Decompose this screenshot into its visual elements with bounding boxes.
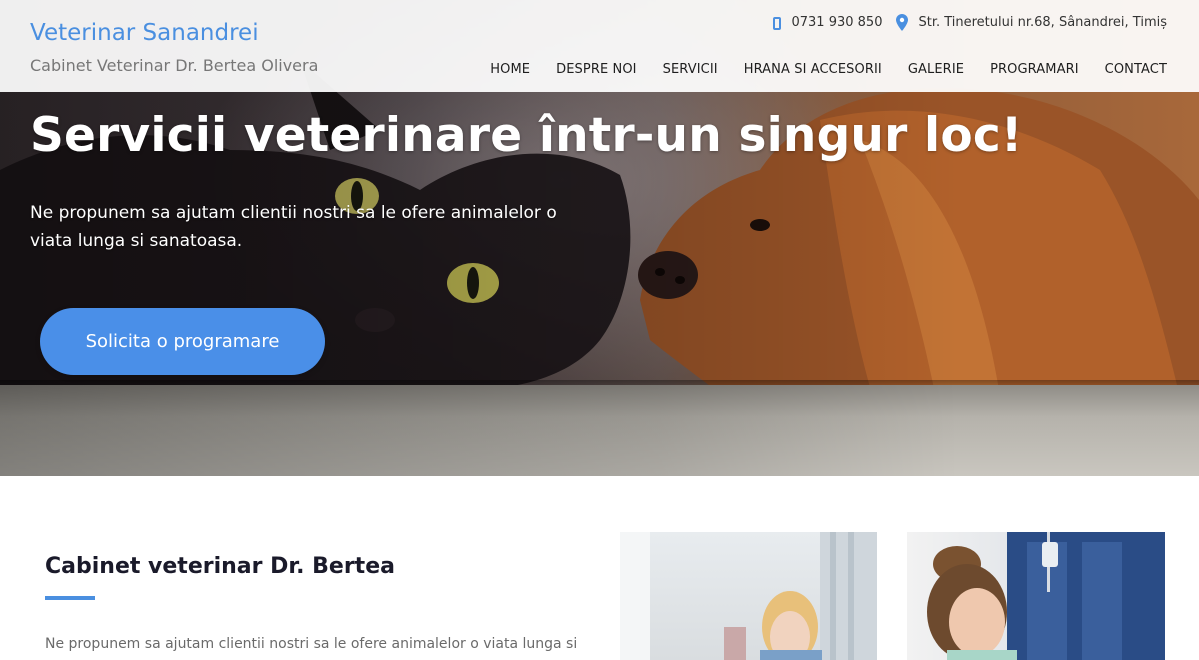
about-text: Ne propunem sa ajutam clientii nostri sa… [45,636,578,652]
about-heading: Cabinet veterinar Dr. Bertea [45,554,395,579]
phone-number[interactable]: 0731 930 850 [791,15,882,30]
staff-photo-1 [620,532,877,660]
heading-underline [45,596,95,600]
hero-title: Servicii veterinare într-un singur loc! [30,108,1023,163]
nav-item-servicii[interactable]: SERVICII [663,62,718,77]
contact-bar: 0731 930 850 Str. Tineretului nr.68, Sân… [773,14,1167,31]
map-pin-icon [896,14,909,31]
nav-item-home[interactable]: HOME [490,62,530,77]
staff-photo-2 [907,532,1165,660]
nav-item-galerie[interactable]: GALERIE [908,62,964,77]
nav-item-despre-noi[interactable]: DESPRE NOI [556,62,637,77]
site-tagline: Cabinet Veterinar Dr. Bertea Olivera [30,56,319,75]
site-header: Veterinar Sanandrei Cabinet Veterinar Dr… [0,0,1199,92]
smartphone-icon [773,17,782,30]
address-text: Str. Tineretului nr.68, Sânandrei, Timiș [918,15,1167,30]
nav-item-programari[interactable]: PROGRAMARI [990,62,1079,77]
main-nav: HOME DESPRE NOI SERVICII HRANA SI ACCESO… [464,62,1167,77]
nav-item-contact[interactable]: CONTACT [1105,62,1167,77]
request-appointment-button[interactable]: Solicita o programare [40,308,325,375]
site-title-link[interactable]: Veterinar Sanandrei [30,20,259,46]
nav-item-hrana-si-accesorii[interactable]: HRANA SI ACCESORII [744,62,882,77]
hero-description: Ne propunem sa ajutam clientii nostri sa… [30,203,557,251]
